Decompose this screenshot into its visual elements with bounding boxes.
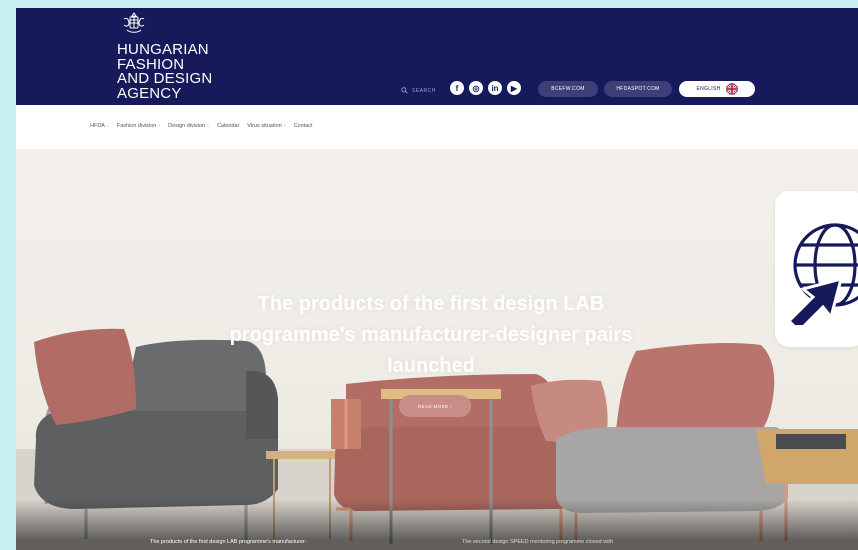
bcefw-link-button[interactable]: BCEFW.COM xyxy=(538,81,598,97)
youtube-icon[interactable]: ▶ xyxy=(507,81,521,95)
search-icon xyxy=(401,87,408,94)
hfdaspot-link-button[interactable]: HFDASPOT.COM xyxy=(604,81,672,97)
nav-item-fashion-division[interactable]: Fashion division › xyxy=(117,123,160,129)
site-header: HUNGARIAN FASHION AND DESIGN AGENCY SEAR… xyxy=(16,8,858,105)
uk-flag-icon xyxy=(725,83,738,95)
browser-viewport: HUNGARIAN FASHION AND DESIGN AGENCY SEAR… xyxy=(16,8,858,550)
chevron-right-icon: › xyxy=(283,123,286,129)
chevron-right-icon: › xyxy=(207,123,209,129)
search-label: SEARCH xyxy=(412,87,436,94)
agency-logo[interactable]: HUNGARIAN FASHION AND DESIGN AGENCY xyxy=(117,11,212,101)
news-caption-2[interactable]: The second design SPEED mentoring progra… xyxy=(462,539,613,545)
nav-item-contact[interactable]: Contact xyxy=(294,123,313,129)
search-trigger[interactable]: SEARCH xyxy=(401,87,436,94)
nav-item-hfda[interactable]: HFDA › xyxy=(90,123,109,129)
social-links: f ◎ in ▶ xyxy=(450,81,521,95)
chevron-right-icon: › xyxy=(106,123,109,129)
news-caption-1[interactable]: The products of the first design LAB pro… xyxy=(150,539,307,545)
language-selector[interactable]: ENGLISH xyxy=(679,81,755,97)
hero-slider[interactable]: The products of the first design LAB pro… xyxy=(16,149,858,550)
nav-item-calendar[interactable]: Calendar xyxy=(217,123,239,129)
chevron-right-icon: › xyxy=(158,123,161,129)
nav-item-virus-situation[interactable]: Virus situation › xyxy=(247,123,285,129)
globe-cursor-widget[interactable] xyxy=(775,191,858,347)
language-label: ENGLISH xyxy=(696,86,721,92)
nav-item-design-division[interactable]: Design division › xyxy=(168,123,209,129)
logo-line: AGENCY xyxy=(117,84,182,102)
hero-headline[interactable]: The products of the first design LAB pro… xyxy=(221,289,641,382)
main-navigation: HFDA › Fashion division › Design division ›… xyxy=(16,105,858,149)
globe-cursor-icon xyxy=(786,223,858,325)
hero-bottom-gradient xyxy=(16,499,858,550)
logo-wordmark: HUNGARIAN FASHION AND DESIGN AGENCY xyxy=(117,42,212,102)
instagram-icon[interactable]: ◎ xyxy=(469,81,483,95)
linkedin-icon[interactable]: in xyxy=(488,81,502,95)
read-more-button[interactable]: READ MORE › xyxy=(399,395,471,417)
facebook-icon[interactable]: f xyxy=(450,81,464,95)
crest-icon xyxy=(123,12,145,33)
